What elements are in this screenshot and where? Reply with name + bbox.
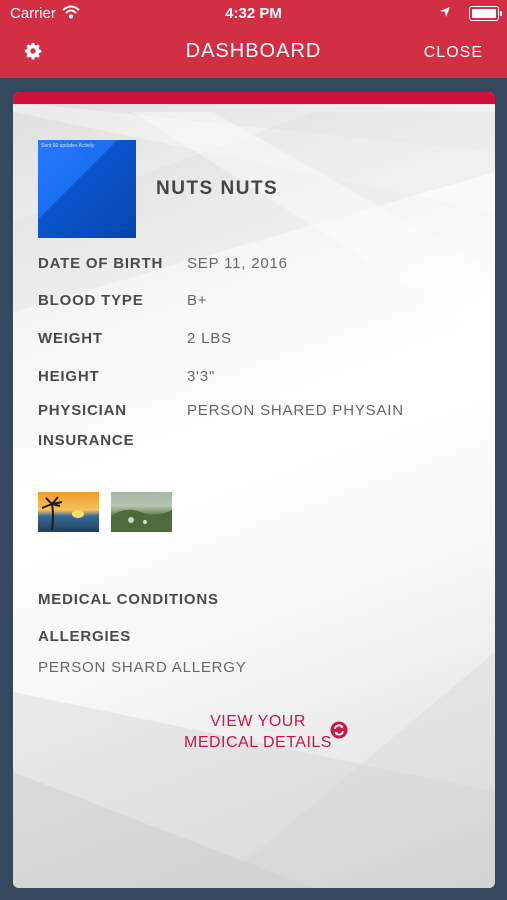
allergies-value: PERSON SHARD ALLERGY: [38, 659, 247, 676]
refresh-icon[interactable]: [330, 721, 348, 739]
avatar[interactable]: Sent 60 updates Activity: [38, 140, 136, 238]
top-bar: Carrier 4:32 PM DASHBOARD CLOSE: [0, 0, 507, 78]
profile-name: NUTS NUTS: [156, 178, 279, 199]
view-details-line2: MEDICAL DETAILS: [184, 734, 332, 751]
weight-value: 2 LBS: [187, 330, 232, 347]
physician-value: PERSON SHARED PHYSAIN: [187, 402, 404, 419]
height-label: HEIGHT: [38, 368, 100, 385]
medical-conditions-label: MEDICAL CONDITIONS: [38, 591, 219, 608]
photo-thumbnail[interactable]: [38, 492, 99, 532]
physician-label: PHYSICIAN: [38, 402, 127, 419]
landscape-icon: [111, 509, 172, 532]
dob-label: DATE OF BIRTH: [38, 255, 164, 272]
view-details-line1: VIEW YOUR: [210, 713, 306, 730]
blood-type-value: B+: [187, 292, 208, 309]
weight-label: WEIGHT: [38, 330, 103, 347]
photo-thumbnail[interactable]: [111, 492, 172, 532]
view-medical-details-button[interactable]: VIEW YOUR MEDICAL DETAILS: [163, 711, 353, 753]
dob-value: SEP 11, 2016: [187, 255, 288, 272]
height-value: 3'3": [187, 368, 216, 385]
insurance-label: INSURANCE: [38, 432, 135, 449]
palm-tree-icon: [41, 496, 84, 531]
blood-type-label: BLOOD TYPE: [38, 292, 144, 309]
card-accent-strip: [13, 92, 495, 104]
allergies-label: ALLERGIES: [38, 628, 132, 645]
battery-icon: [469, 6, 502, 21]
location-arrow-icon: [440, 7, 450, 17]
nav-bar: DASHBOARD CLOSE: [0, 36, 507, 70]
profile-card: Sent 60 updates Activity NUTS NUTS DATE …: [13, 92, 495, 888]
close-button[interactable]: CLOSE: [424, 44, 483, 62]
status-time: 4:32 PM: [225, 5, 282, 22]
status-bar: Carrier 4:32 PM: [0, 0, 507, 28]
